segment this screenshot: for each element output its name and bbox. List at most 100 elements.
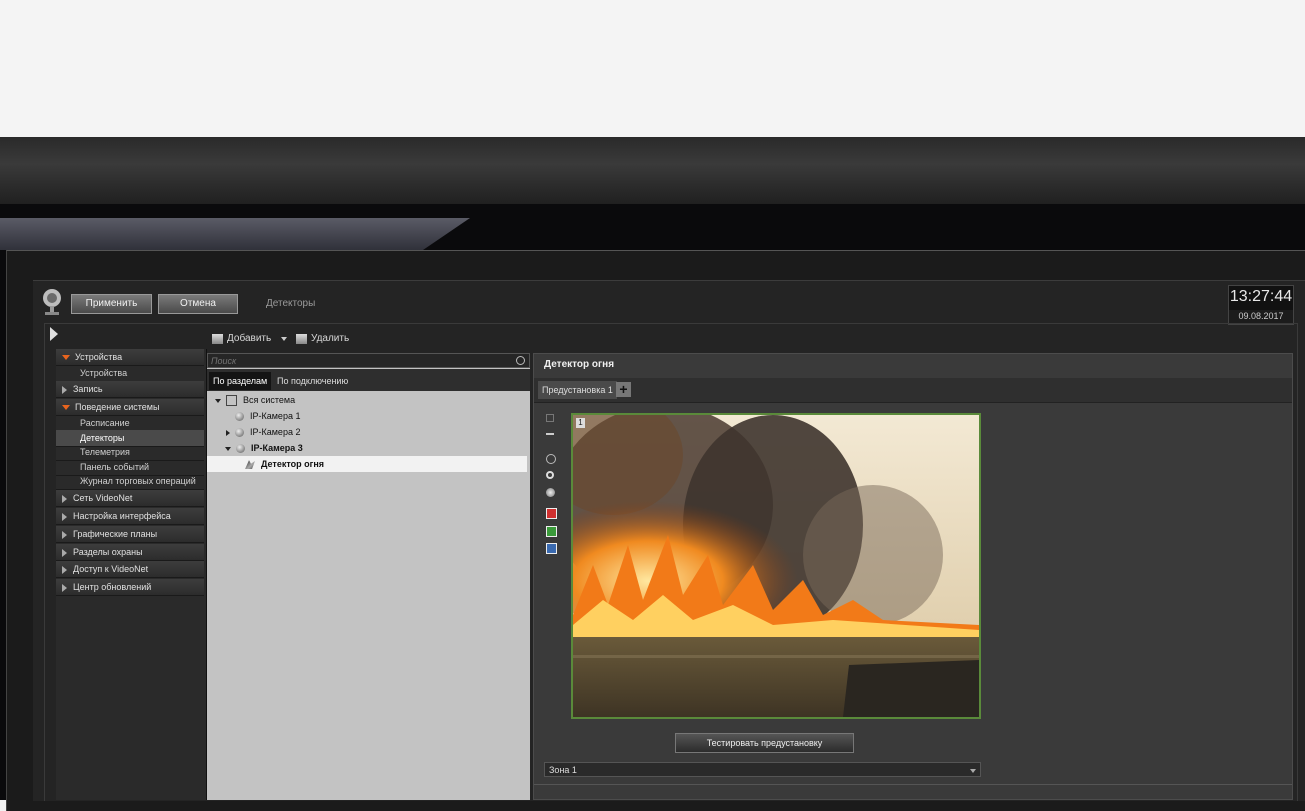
tree-item-label: IP-Камера 2	[250, 427, 301, 437]
video-channel-number: 1	[576, 418, 585, 428]
tree-item-camera-3[interactable]: IP-Камера 3	[207, 440, 545, 456]
sidebar-item-label: Центр обновлений	[73, 582, 152, 592]
sidebar-item-label: Журнал торговых операций	[80, 476, 196, 486]
expand-arrow-icon	[62, 385, 67, 394]
clock-time: 13:27:44	[1229, 288, 1293, 305]
sidebar-item-label: Разделы охраны	[73, 547, 143, 557]
preset-bar: Предустановка 1 +	[534, 378, 1292, 403]
sidebar-item-devices-sub[interactable]: Устройства	[56, 365, 204, 382]
camera-icon	[235, 412, 244, 422]
detail-title: Детектор огня	[544, 359, 615, 370]
clock-date: 09.08.2017	[1229, 310, 1293, 323]
sidebar-item-system-behavior[interactable]: Поведение системы	[56, 399, 204, 416]
expand-arrow-icon	[62, 548, 67, 557]
search-icon[interactable]	[516, 356, 525, 365]
clock: 13:27:44 09.08.2017	[1228, 285, 1294, 325]
fire-detector-icon	[245, 460, 255, 470]
line-tool-icon[interactable]	[546, 433, 554, 435]
select-tool-icon[interactable]	[546, 414, 554, 422]
expand-arrow-icon	[62, 512, 67, 521]
section-title: Детекторы	[266, 298, 316, 309]
expand-arrow-icon[interactable]	[215, 398, 221, 403]
search-bar	[207, 353, 530, 368]
collapse-arrow-icon[interactable]	[50, 327, 58, 341]
system-icon	[226, 395, 237, 407]
red-zone-icon[interactable]	[546, 508, 557, 519]
tree-item-label: Детектор огня	[261, 459, 325, 469]
sidebar-item-label: Устройства	[80, 368, 128, 378]
cancel-button[interactable]: Отмена	[158, 294, 238, 314]
device-tree-panel: По разделам По подключению Вся система I…	[207, 353, 530, 800]
video-preview[interactable]: 1	[571, 413, 981, 719]
sidebar-item-recording[interactable]: Запись	[56, 381, 204, 398]
sidebar-item-devices[interactable]: Устройства	[56, 349, 204, 366]
camera-icon	[236, 444, 245, 454]
expand-arrow-icon	[62, 494, 67, 503]
sidebar-item-label: Сеть VideoNet	[73, 493, 133, 503]
sidebar: Устройства Устройства Запись Поведение с…	[56, 349, 207, 800]
fill-tool-icon[interactable]	[546, 488, 555, 497]
delete-icon	[296, 333, 307, 344]
divider	[534, 784, 1292, 785]
delete-label: Удалить	[311, 333, 350, 344]
bezel-highlight	[0, 218, 470, 250]
sidebar-item-label: Расписание	[80, 418, 130, 428]
blue-zone-icon[interactable]	[546, 543, 557, 554]
sidebar-item-videonet-access[interactable]: Доступ к VideoNet	[56, 561, 204, 578]
sidebar-item-label: Телеметрия	[80, 447, 130, 457]
sidebar-item-label: Запись	[73, 384, 103, 394]
tree-item-label: Вся система	[243, 395, 296, 405]
sidebar-item-label: Доступ к VideoNet	[73, 564, 149, 574]
add-button[interactable]: Добавить	[212, 333, 288, 344]
camera-icon	[235, 428, 244, 438]
tree-tabs: По разделам По подключению	[207, 369, 530, 391]
expand-arrow-icon	[62, 565, 67, 574]
tree-item-label: IP-Камера 3	[251, 443, 303, 453]
sidebar-item-label: Устройства	[75, 352, 123, 362]
add-preset-button[interactable]: +	[616, 382, 631, 397]
sidebar-item-label: Детекторы	[80, 433, 125, 443]
sidebar-item-update-center[interactable]: Центр обновлений	[56, 579, 204, 596]
zone-select-value: Зона 1	[549, 765, 577, 775]
sidebar-item-label: Настройка интерфейса	[73, 511, 171, 521]
sidebar-item-label: Панель событий	[80, 462, 149, 472]
expand-arrow-icon	[62, 583, 67, 592]
tree-item-system[interactable]: Вся система	[207, 392, 535, 408]
expand-arrow-icon	[62, 355, 70, 361]
tab-preset-1[interactable]: Предустановка 1	[538, 381, 617, 399]
tree-item-camera-1[interactable]: IP-Камера 1	[207, 408, 555, 424]
sidebar-item-graphic-plans[interactable]: Графические планы	[56, 526, 204, 543]
test-preset-button[interactable]: Тестировать предустановку	[675, 733, 854, 753]
search-input[interactable]	[211, 355, 501, 367]
expand-arrow-icon	[62, 530, 67, 539]
chevron-down-icon[interactable]	[281, 336, 288, 341]
pointer-tool-icon[interactable]	[546, 454, 556, 464]
monitor-top-bezel	[0, 137, 1305, 204]
tree-item-label: IP-Камера 1	[250, 411, 301, 421]
chevron-down-icon	[970, 769, 976, 773]
expand-arrow-icon	[62, 405, 70, 411]
sidebar-item-videonet-network[interactable]: Сеть VideoNet	[56, 490, 204, 507]
green-zone-icon[interactable]	[546, 526, 557, 537]
app-logo-icon	[43, 289, 61, 315]
zone-select[interactable]: Зона 1	[544, 762, 981, 777]
sidebar-item-interface-settings[interactable]: Настройка интерфейса	[56, 508, 204, 525]
detector-detail-panel: Детектор огня Предустановка 1 + 1 Тестир…	[533, 353, 1293, 800]
apply-button[interactable]: Применить	[71, 294, 152, 314]
add-label: Добавить	[227, 333, 272, 344]
ring-tool-icon[interactable]	[546, 471, 554, 479]
fire-video-image	[573, 415, 979, 717]
sidebar-item-label: Поведение системы	[75, 402, 160, 412]
tab-by-connection[interactable]: По подключению	[273, 372, 352, 390]
tree-item-fire-detector[interactable]: Детектор огня	[207, 456, 527, 472]
tree-item-camera-2[interactable]: IP-Камера 2	[207, 424, 546, 440]
expand-arrow-icon[interactable]	[226, 429, 230, 436]
delete-button[interactable]: Удалить	[296, 333, 349, 344]
page-background	[0, 0, 1305, 137]
tab-by-sections[interactable]: По разделам	[209, 372, 272, 390]
sidebar-item-security-zones[interactable]: Разделы охраны	[56, 544, 204, 561]
sidebar-item-label: Графические планы	[73, 529, 158, 539]
expand-arrow-icon[interactable]	[225, 446, 231, 451]
add-icon	[212, 333, 223, 344]
sidebar-item-trade-log[interactable]: Журнал торговых операций	[56, 473, 204, 490]
